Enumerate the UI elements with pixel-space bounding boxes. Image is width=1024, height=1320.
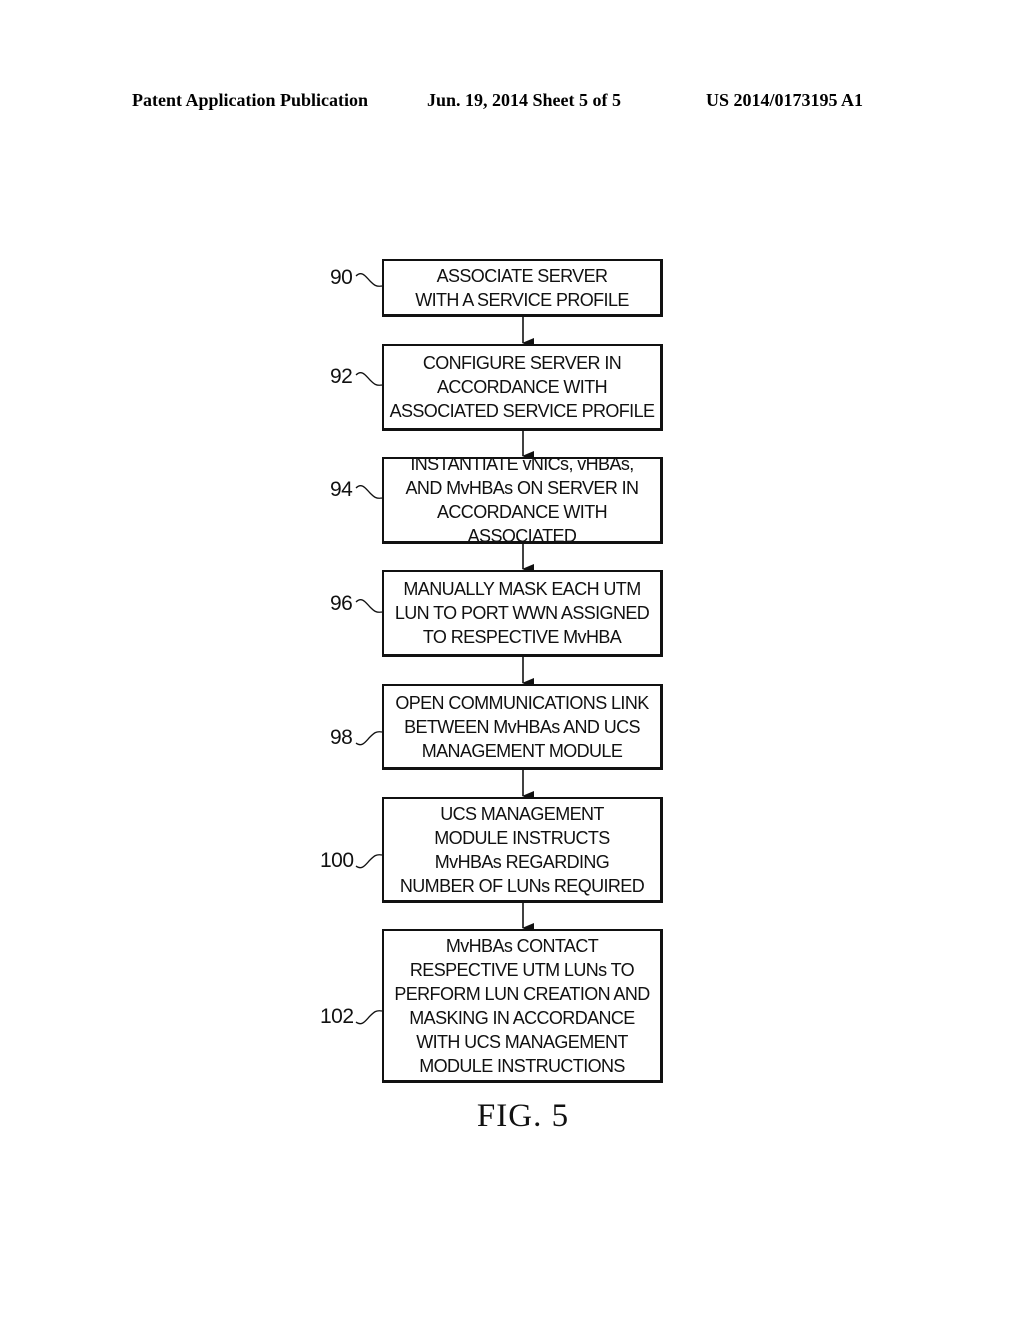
reference-numeral-100: 100 [320, 849, 354, 872]
step-text-line: OPEN COMMUNICATIONS LINK [395, 692, 649, 713]
date-sheet-label: Jun. 19, 2014 Sheet 5 of 5 [427, 90, 622, 110]
step-text-line: INSTANTIATE vNICs, vHBAs, [410, 454, 634, 474]
step-text-line: PERFORM LUN CREATION AND [394, 983, 650, 1004]
step-text-line: WITH A SERVICE PROFILE [415, 289, 629, 310]
step-text-line: RESPECTIVE UTM LUNs TO [409, 959, 635, 980]
leader-line [355, 854, 383, 869]
leader-line [355, 273, 383, 287]
step-text-line: ACCORDANCE WITH [437, 377, 608, 397]
step-text-line: CONFIGURE SERVER IN [422, 353, 622, 373]
leader-line [355, 599, 383, 613]
step-box-100: UCS MANAGEMENT MODULE INSTRUCTS MvHBAs REG… [382, 797, 663, 903]
reference-numeral-90: 90 [330, 266, 353, 289]
reference-numeral-96: 96 [330, 592, 353, 615]
step-text-line: ASSOCIATE SERVER [436, 265, 608, 286]
step-box-98: OPEN COMMUNICATIONS LINK BETWEEN MvHBAs A… [382, 684, 663, 770]
step-text-line: WITH UCS MANAGEMENT [416, 1031, 628, 1052]
step-box-96: MANUALLY MASK EACH UTM LUN TO PORT WWN AS… [382, 570, 663, 657]
figure-label: FIG. 5 [476, 1098, 570, 1134]
step-text-line: MvHBAs REGARDING [434, 851, 610, 872]
step-box-92: CONFIGURE SERVER IN ACCORDANCE WITH ASSOCI… [382, 344, 663, 431]
publication-number: US 2014/0173195 A1 [706, 90, 864, 110]
publication-label: Patent Application Publication [132, 90, 369, 110]
step-text-line: ACCORDANCE WITH ASSOCIATED [437, 502, 608, 546]
reference-numeral-92: 92 [330, 365, 353, 388]
step-text-line: NUMBER OF LUNs REQUIRED [399, 875, 645, 896]
step-text-line: UCS MANAGEMENT [440, 803, 604, 824]
leader-line [355, 485, 383, 499]
step-text-line: MASKING IN ACCORDANCE [409, 1007, 635, 1028]
step-text-line: MANAGEMENT MODULE [421, 740, 623, 761]
step-box-94: INSTANTIATE vNICs, vHBAs, AND MvHBAs ON S… [382, 454, 663, 546]
step-text-line: TO RESPECTIVE MvHBA [422, 627, 622, 647]
step-text-line: LUN TO PORT WWN ASSIGNED [394, 603, 650, 623]
step-text-line: MANUALLY MASK EACH UTM [403, 579, 641, 599]
step-text-line: AND MvHBAs ON SERVER IN [405, 478, 640, 498]
reference-numeral-102: 102 [320, 1005, 354, 1028]
reference-numeral-94: 94 [330, 478, 353, 501]
step-text-line: MODULE INSTRUCTS [434, 827, 610, 848]
step-box-90: ASSOCIATE SERVER WITH A SERVICE PROFILE [382, 259, 663, 317]
step-text-line: ASSOCIATED SERVICE PROFILE [389, 401, 655, 421]
leader-line [355, 731, 383, 746]
step-box-102: MvHBAs CONTACT RESPECTIVE UTM LUNs TO PERF… [382, 929, 663, 1083]
step-text-line: BETWEEN MvHBAs AND UCS [404, 716, 640, 737]
leader-line [355, 372, 383, 386]
reference-numeral-98: 98 [330, 726, 353, 749]
step-text-line: MODULE INSTRUCTIONS [419, 1055, 625, 1076]
step-text-line: MvHBAs CONTACT [445, 935, 599, 956]
leader-line [355, 1010, 383, 1025]
